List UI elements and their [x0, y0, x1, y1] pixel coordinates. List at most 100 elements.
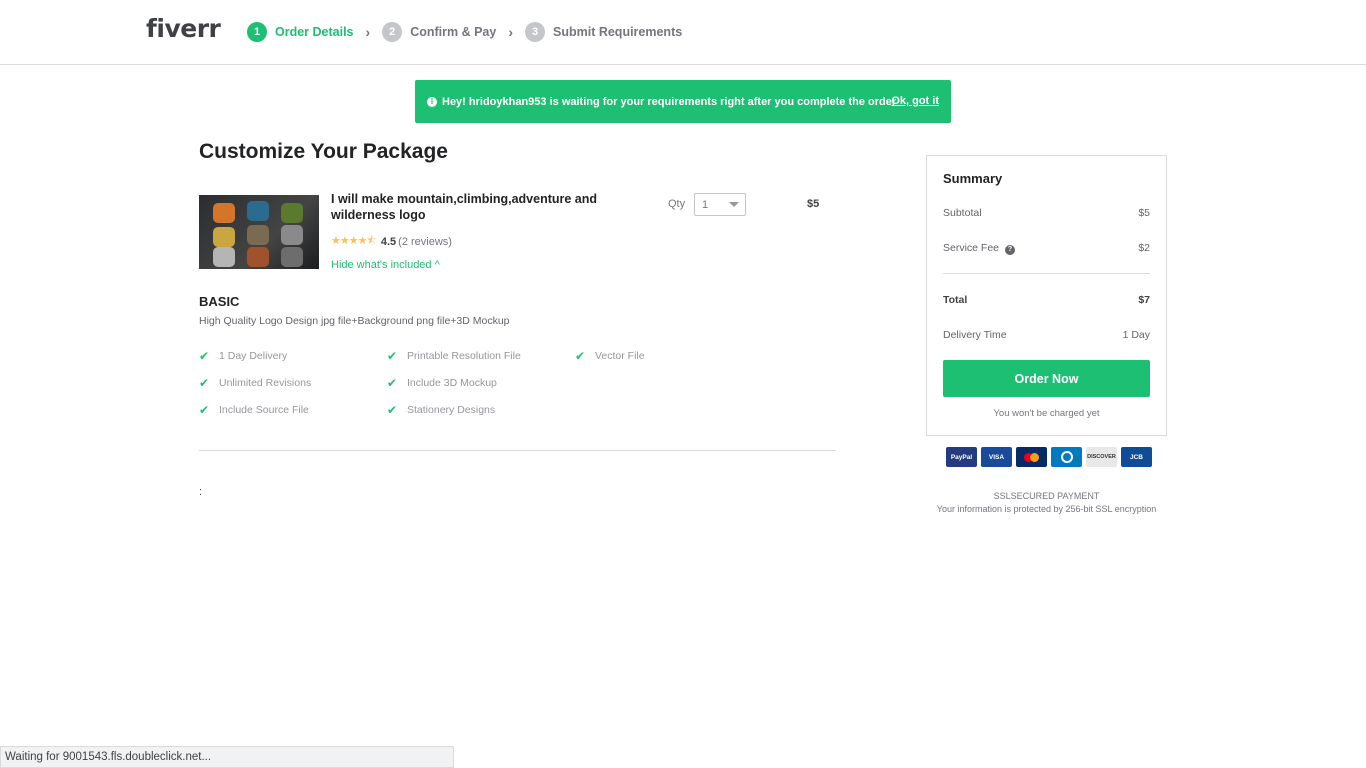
- feature-item: ✔ Include Source File: [199, 403, 309, 417]
- review-count: (2 reviews): [398, 235, 452, 248]
- checkout-steps: 1 Order Details › 2 Confirm & Pay › 3 Su…: [247, 22, 682, 42]
- order-summary-panel: Summary Subtotal $5 Service Fee ? $2 Tot…: [926, 155, 1167, 436]
- subtotal-row: Subtotal $5: [943, 207, 1150, 219]
- feature-label: Printable Resolution File: [407, 350, 521, 362]
- feature-label: Include 3D Mockup: [407, 377, 497, 389]
- check-icon: ✔: [199, 376, 210, 390]
- no-charge-note: You won't be charged yet: [993, 408, 1100, 419]
- paypal-icon: PayPal: [946, 447, 977, 467]
- quantity-select[interactable]: 1: [694, 193, 746, 216]
- feature-label: Vector File: [595, 350, 645, 362]
- step-number: 1: [247, 22, 267, 42]
- feature-item: ✔ 1 Day Delivery: [199, 349, 287, 363]
- package-name: BASIC: [199, 294, 240, 309]
- extra-text: :: [199, 486, 203, 498]
- logo-badge-image: [281, 247, 303, 267]
- logo-badge-image: [281, 203, 303, 223]
- gig-price: $5: [807, 198, 820, 210]
- feature-item: ✔ Unlimited Revisions: [199, 376, 311, 390]
- chevron-right-icon: ›: [508, 24, 513, 40]
- package-description: High Quality Logo Design jpg file+Backgr…: [199, 315, 510, 327]
- card-label: DISCOVER: [1087, 454, 1116, 460]
- feature-label: Stationery Designs: [407, 404, 496, 416]
- logo-badge-image: [213, 203, 235, 223]
- delivery-time-label: Delivery Time: [943, 329, 1007, 341]
- gig-thumbnail[interactable]: [199, 195, 319, 269]
- logo-badge-image: [247, 247, 269, 267]
- subtotal-value: $5: [1138, 207, 1150, 219]
- ssl-description: Your information is protected by 256-bit…: [936, 504, 1157, 514]
- browser-status-bar: Waiting for 9001543.fls.doubleclick.net.…: [0, 746, 454, 768]
- quantity-value: 1: [702, 199, 709, 211]
- dropdown-arrow-icon: [729, 202, 739, 207]
- question-icon[interactable]: ?: [1004, 244, 1015, 255]
- feature-label: 1 Day Delivery: [219, 350, 288, 362]
- check-icon: ✔: [199, 349, 210, 363]
- ssl-title: SSLSECURED PAYMENT: [993, 491, 1100, 501]
- visa-icon: VISA: [981, 447, 1012, 467]
- hide-included-toggle[interactable]: Hide what's included ^: [331, 259, 440, 271]
- check-icon: ✔: [387, 403, 398, 417]
- page-title: Customize Your Package: [199, 140, 448, 163]
- order-now-button[interactable]: Order Now: [943, 360, 1150, 397]
- total-value: $7: [1138, 294, 1150, 306]
- logo-badge-image: [247, 201, 269, 221]
- mastercard-circle-orange: [1030, 452, 1039, 462]
- ok-got-it-link[interactable]: Ok, got it: [891, 95, 939, 107]
- delivery-time-value: 1 Day: [1122, 329, 1150, 341]
- service-fee-label: Service Fee: [943, 242, 1000, 254]
- logo-badge-image: [213, 227, 235, 247]
- feature-label: Include Source File: [219, 404, 309, 416]
- section-divider: [199, 450, 836, 451]
- qty-label: Qty: [668, 198, 686, 210]
- gig-rating: ★★★★⯪ 4.5 (2 reviews): [331, 232, 452, 251]
- service-fee-row: Service Fee ? $2: [943, 242, 1150, 255]
- service-fee-label-group: Service Fee ?: [943, 242, 1015, 255]
- logo-badge-image: [247, 225, 269, 245]
- banner-message: Hey! hridoykhan953 is waiting for your r…: [442, 95, 897, 108]
- gig-title[interactable]: I will make mountain,climbing,adventure …: [331, 191, 621, 223]
- payment-methods: PayPal VISA DISCOVER JCB: [946, 447, 1152, 467]
- check-icon: ✔: [575, 349, 586, 363]
- fiverr-logo[interactable]: fiverr: [146, 14, 221, 43]
- diners-circle: [1060, 451, 1073, 463]
- feature-item: ✔ Include 3D Mockup: [387, 376, 497, 390]
- summary-title: Summary: [943, 171, 1003, 186]
- step-confirm-pay: 2 Confirm & Pay: [382, 22, 496, 42]
- check-icon: ✔: [387, 376, 398, 390]
- card-label: VISA: [988, 453, 1005, 461]
- feature-item: ✔ Printable Resolution File: [387, 349, 521, 363]
- chevron-right-icon: ›: [365, 24, 371, 40]
- discover-icon: DISCOVER: [1086, 447, 1117, 467]
- step-submit-requirements: 3 Submit Requirements: [525, 22, 682, 42]
- step-order-details: 1 Order Details: [247, 22, 354, 42]
- service-fee-value: $2: [1138, 242, 1150, 254]
- step-label: Submit Requirements: [553, 25, 683, 39]
- card-label: JCB: [1129, 453, 1143, 461]
- diners-club-icon: [1051, 447, 1082, 467]
- feature-item: ✔ Vector File: [575, 349, 645, 363]
- mastercard-icon: [1016, 447, 1047, 467]
- logo-badge-image: [213, 247, 235, 267]
- check-icon: ✔: [387, 349, 398, 363]
- subtotal-label: Subtotal: [943, 207, 982, 219]
- check-icon: ✔: [199, 403, 210, 417]
- total-label: Total: [943, 294, 968, 306]
- delivery-time-row: Delivery Time 1 Day: [943, 329, 1150, 341]
- step-label: Confirm & Pay: [410, 25, 497, 39]
- seller-waiting-banner: i Hey! hridoykhan953 is waiting for your…: [415, 80, 951, 123]
- star-rating-icon: ★★★★⯪: [331, 235, 377, 247]
- jcb-icon: JCB: [1121, 447, 1152, 467]
- card-label: PayPal: [950, 453, 973, 461]
- total-row: Total $7: [943, 294, 1150, 306]
- info-icon: i: [427, 96, 437, 107]
- feature-item: ✔ Stationery Designs: [387, 403, 495, 417]
- top-header: fiverr 1 Order Details › 2 Confirm & Pay…: [0, 0, 1366, 65]
- step-label: Order Details: [275, 25, 354, 39]
- logo-badge-image: [281, 225, 303, 245]
- ssl-notice: SSLSECURED PAYMENT Your information is p…: [926, 490, 1167, 516]
- step-number: 2: [382, 22, 403, 42]
- feature-label: Unlimited Revisions: [219, 377, 312, 389]
- rating-score: 4.5: [380, 235, 397, 248]
- summary-divider: [943, 273, 1150, 274]
